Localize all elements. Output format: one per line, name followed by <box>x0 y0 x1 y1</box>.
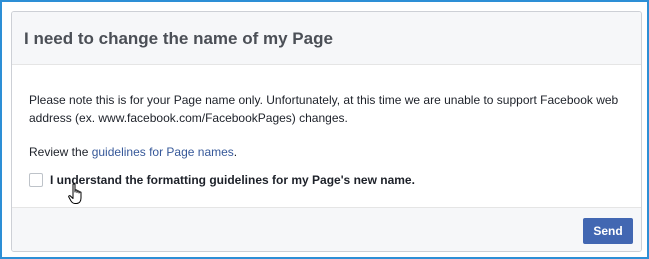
change-page-name-dialog: I need to change the name of my Page Ple… <box>11 11 642 252</box>
dialog-footer: Send <box>12 207 641 251</box>
guidelines-link[interactable]: guidelines for Page names <box>92 145 234 159</box>
send-button[interactable]: Send <box>583 218 633 244</box>
review-suffix: . <box>233 145 238 159</box>
review-prefix: Review the <box>29 145 92 159</box>
hand-pointer-icon <box>68 183 82 204</box>
dialog-header: I need to change the name of my Page <box>12 12 641 65</box>
acknowledge-row[interactable]: I understand the formatting guidelines f… <box>29 173 415 187</box>
acknowledge-label[interactable]: I understand the formatting guidelines f… <box>50 173 415 187</box>
acknowledge-checkbox[interactable] <box>29 173 43 187</box>
screenshot-frame: I need to change the name of my Page Ple… <box>0 0 649 259</box>
page-name-note: Please note this is for your Page name o… <box>29 93 619 125</box>
review-guidelines-text: Review the guidelines for Page names. <box>29 144 237 160</box>
dialog-title: I need to change the name of my Page <box>24 29 333 48</box>
